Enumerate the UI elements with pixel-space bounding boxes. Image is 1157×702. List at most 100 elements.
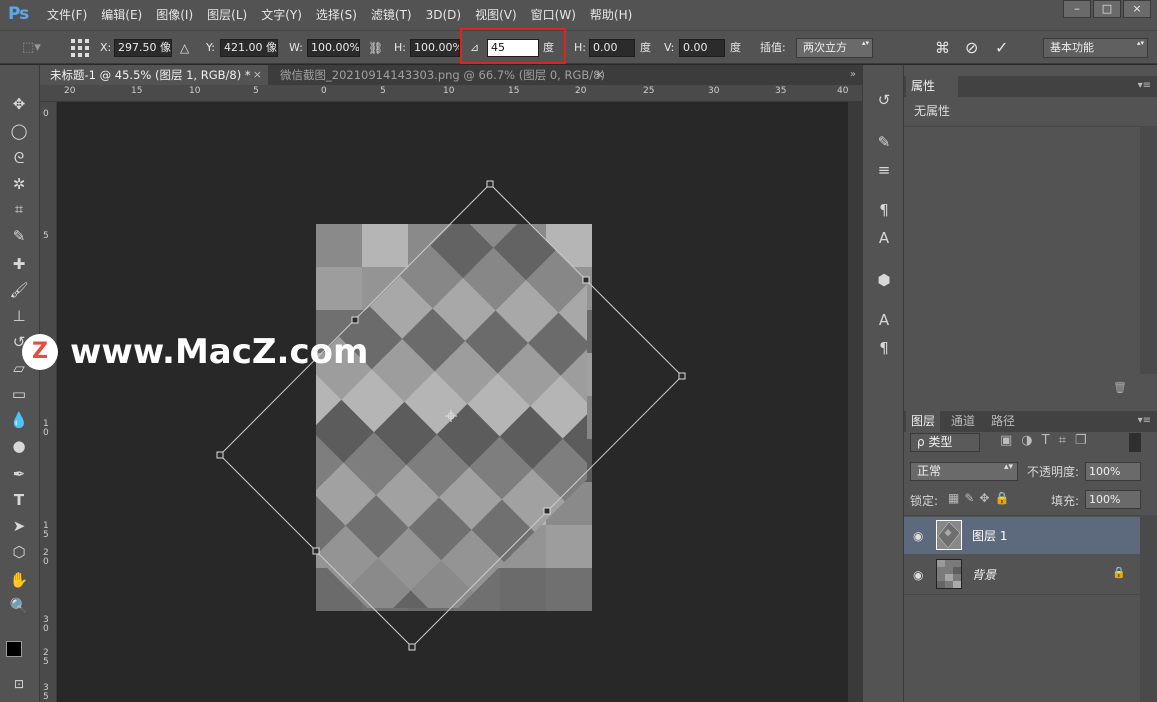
tool-preset-icon[interactable]: ⬚▾ <box>22 31 41 65</box>
crop-tool-icon[interactable]: ⌗ <box>6 198 32 220</box>
ruler-top: 20 15 10 5 0 5 10 15 20 25 30 35 40 <box>40 85 862 102</box>
tab-paths[interactable]: 路径 <box>986 411 1020 432</box>
vertical-skew-field[interactable]: 0.00 <box>679 39 725 57</box>
adjustments-icon[interactable]: ≡ <box>873 159 895 181</box>
menu-layer[interactable]: 图层(L) <box>200 0 254 30</box>
move-tool-icon[interactable]: ✥ <box>6 93 32 115</box>
tab-properties[interactable]: 属性 <box>906 76 958 97</box>
tab-label: 微信截图_20210914143303.png @ 66.7% (图层 0, R… <box>280 68 605 82</box>
clone-stamp-tool-icon[interactable]: ⊥ <box>6 305 32 327</box>
ruler-tick-label: 35 <box>775 86 787 96</box>
ruler-tick-label: 2 5 <box>43 648 49 667</box>
shape-tool-icon[interactable]: ⬡ <box>6 541 32 563</box>
menu-edit[interactable]: 编辑(E) <box>94 0 149 30</box>
tools-panel: ✥ ◯ ᘓ ✲ ⌗ ✎ ✚ 🖌 ⊥ ↺ ▱ ▭ 💧 ● ✒ T ➤ ⬡ ✋ 🔍 … <box>0 65 40 702</box>
gradient-tool-icon[interactable]: ▭ <box>6 383 32 405</box>
link-icon[interactable]: ⛓ <box>368 31 383 65</box>
layers-menu-icon[interactable]: ▾≡ <box>1138 415 1151 426</box>
layer-row-background[interactable]: ◉ 背景 🔒 <box>904 556 1140 593</box>
magic-wand-tool-icon[interactable]: ✲ <box>6 173 32 195</box>
workspace-select[interactable]: 基本功能 <box>1043 38 1148 58</box>
tabs-overflow-icon[interactable]: » <box>850 65 856 85</box>
dodge-tool-icon[interactable]: ● <box>6 435 32 457</box>
canvas-area[interactable] <box>57 102 862 702</box>
tab-untitled-1[interactable]: 未标题-1 @ 45.5% (图层 1, RGB/8) * × <box>40 65 268 85</box>
height-field[interactable]: 100.00% <box>410 39 460 57</box>
cancel-transform-icon[interactable]: ⊘ <box>965 31 978 65</box>
close-icon[interactable]: × <box>253 65 262 85</box>
menu-3d[interactable]: 3D(D) <box>419 0 468 30</box>
menu-file[interactable]: 文件(F) <box>40 0 94 30</box>
menu-view[interactable]: 视图(V) <box>468 0 524 30</box>
paragraph-styles-icon[interactable]: ¶ <box>873 199 895 221</box>
pen-tool-icon[interactable]: ✒ <box>6 463 32 485</box>
layer-name[interactable]: 图层 1 <box>972 527 1007 544</box>
properties-body: 无属性 🗑 <box>904 98 1157 394</box>
h-label: H: <box>394 41 406 54</box>
3d-panel-icon[interactable]: ⬢ <box>873 269 895 291</box>
trash-icon[interactable]: 🗑 <box>1113 381 1127 394</box>
filter-toggle[interactable] <box>1129 433 1141 452</box>
menu-bar: Ps 文件(F) 编辑(E) 图像(I) 图层(L) 文字(Y) 选择(S) 滤… <box>0 0 1157 30</box>
commit-transform-icon[interactable]: ✓ <box>995 31 1008 65</box>
warp-mode-icon[interactable]: ⌘ <box>935 31 950 65</box>
character-panel-icon[interactable]: A <box>873 309 895 331</box>
document-canvas[interactable] <box>57 102 862 702</box>
ruler-tick-label: 5 <box>380 86 386 96</box>
quick-mask-icon[interactable]: ⊡ <box>6 673 32 695</box>
brush-tool-icon[interactable]: 🖌 <box>6 279 32 301</box>
y-position-field[interactable]: 421.00 像 <box>220 39 278 57</box>
image-tile <box>591 315 654 378</box>
layer-filter-icons[interactable]: ▣◑T⌗❐ <box>1000 433 1096 448</box>
menu-window[interactable]: 窗口(W) <box>524 0 583 30</box>
maximize-button[interactable]: □ <box>1093 0 1121 18</box>
layer-row-layer1[interactable]: ◉ 图层 1 <box>904 517 1140 554</box>
eye-icon[interactable]: ◉ <box>913 529 923 543</box>
tab-wechat-screenshot[interactable]: 微信截图_20210914143303.png @ 66.7% (图层 0, R… <box>270 65 610 85</box>
menu-select[interactable]: 选择(S) <box>309 0 364 30</box>
brush-presets-icon[interactable]: ✎ <box>873 131 895 153</box>
opacity-field[interactable]: 100% <box>1085 462 1141 481</box>
properties-scrollbar[interactable] <box>1140 126 1157 374</box>
eye-icon[interactable]: ◉ <box>913 568 923 582</box>
menu-filter[interactable]: 滤镜(T) <box>364 0 419 30</box>
history-panel-icon[interactable]: ↺ <box>873 89 895 111</box>
blend-mode-select[interactable]: 正常 <box>910 462 1018 481</box>
lasso-tool-icon[interactable]: ᘓ <box>6 147 32 169</box>
fill-field[interactable]: 100% <box>1085 490 1141 509</box>
zoom-tool-icon[interactable]: 🔍 <box>6 595 32 617</box>
interpolation-select[interactable]: 两次立方 <box>796 38 873 58</box>
image-tile <box>500 568 546 611</box>
layer-name[interactable]: 背景 <box>972 566 996 583</box>
path-selection-tool-icon[interactable]: ➤ <box>6 515 32 537</box>
healing-brush-tool-icon[interactable]: ✚ <box>6 253 32 275</box>
menu-help[interactable]: 帮助(H) <box>583 0 639 30</box>
x-position-field[interactable]: 297.50 像 <box>114 39 172 57</box>
menu-type[interactable]: 文字(Y) <box>254 0 309 30</box>
marquee-tool-icon[interactable]: ◯ <box>6 120 32 142</box>
menu-image[interactable]: 图像(I) <box>149 0 200 30</box>
horizontal-skew-field[interactable]: 0.00 <box>589 39 635 57</box>
minimize-button[interactable]: – <box>1063 0 1091 18</box>
layer-filter-select[interactable]: ρ 类型 <box>910 433 980 452</box>
ruler-tick-label: 25 <box>643 86 655 96</box>
paragraph-panel-icon[interactable]: ¶ <box>873 337 895 359</box>
watermark-logo: Z <box>22 334 58 370</box>
eyedropper-tool-icon[interactable]: ✎ <box>6 225 32 247</box>
type-tool-icon[interactable]: T <box>6 489 32 511</box>
delta-icon[interactable]: △ <box>180 31 189 65</box>
tab-channels[interactable]: 通道 <box>946 411 980 432</box>
width-field[interactable]: 100.00% <box>307 39 360 57</box>
hand-tool-icon[interactable]: ✋ <box>6 569 32 591</box>
lock-icons[interactable]: ▦✎✥🔒 <box>948 491 1014 505</box>
vertical-scrollbar[interactable] <box>848 102 862 702</box>
blur-tool-icon[interactable]: 💧 <box>6 409 32 431</box>
panel-menu-icon[interactable]: ▾≡ <box>1138 80 1151 91</box>
close-window-button[interactable]: × <box>1123 0 1151 18</box>
foreground-color-swatch[interactable] <box>6 641 22 657</box>
close-icon[interactable]: × <box>595 65 604 85</box>
tab-layers[interactable]: 图层 <box>906 411 941 432</box>
reference-point-icon[interactable] <box>70 31 90 65</box>
layers-scrollbar[interactable] <box>1140 515 1157 702</box>
character-styles-icon[interactable]: A <box>873 227 895 249</box>
